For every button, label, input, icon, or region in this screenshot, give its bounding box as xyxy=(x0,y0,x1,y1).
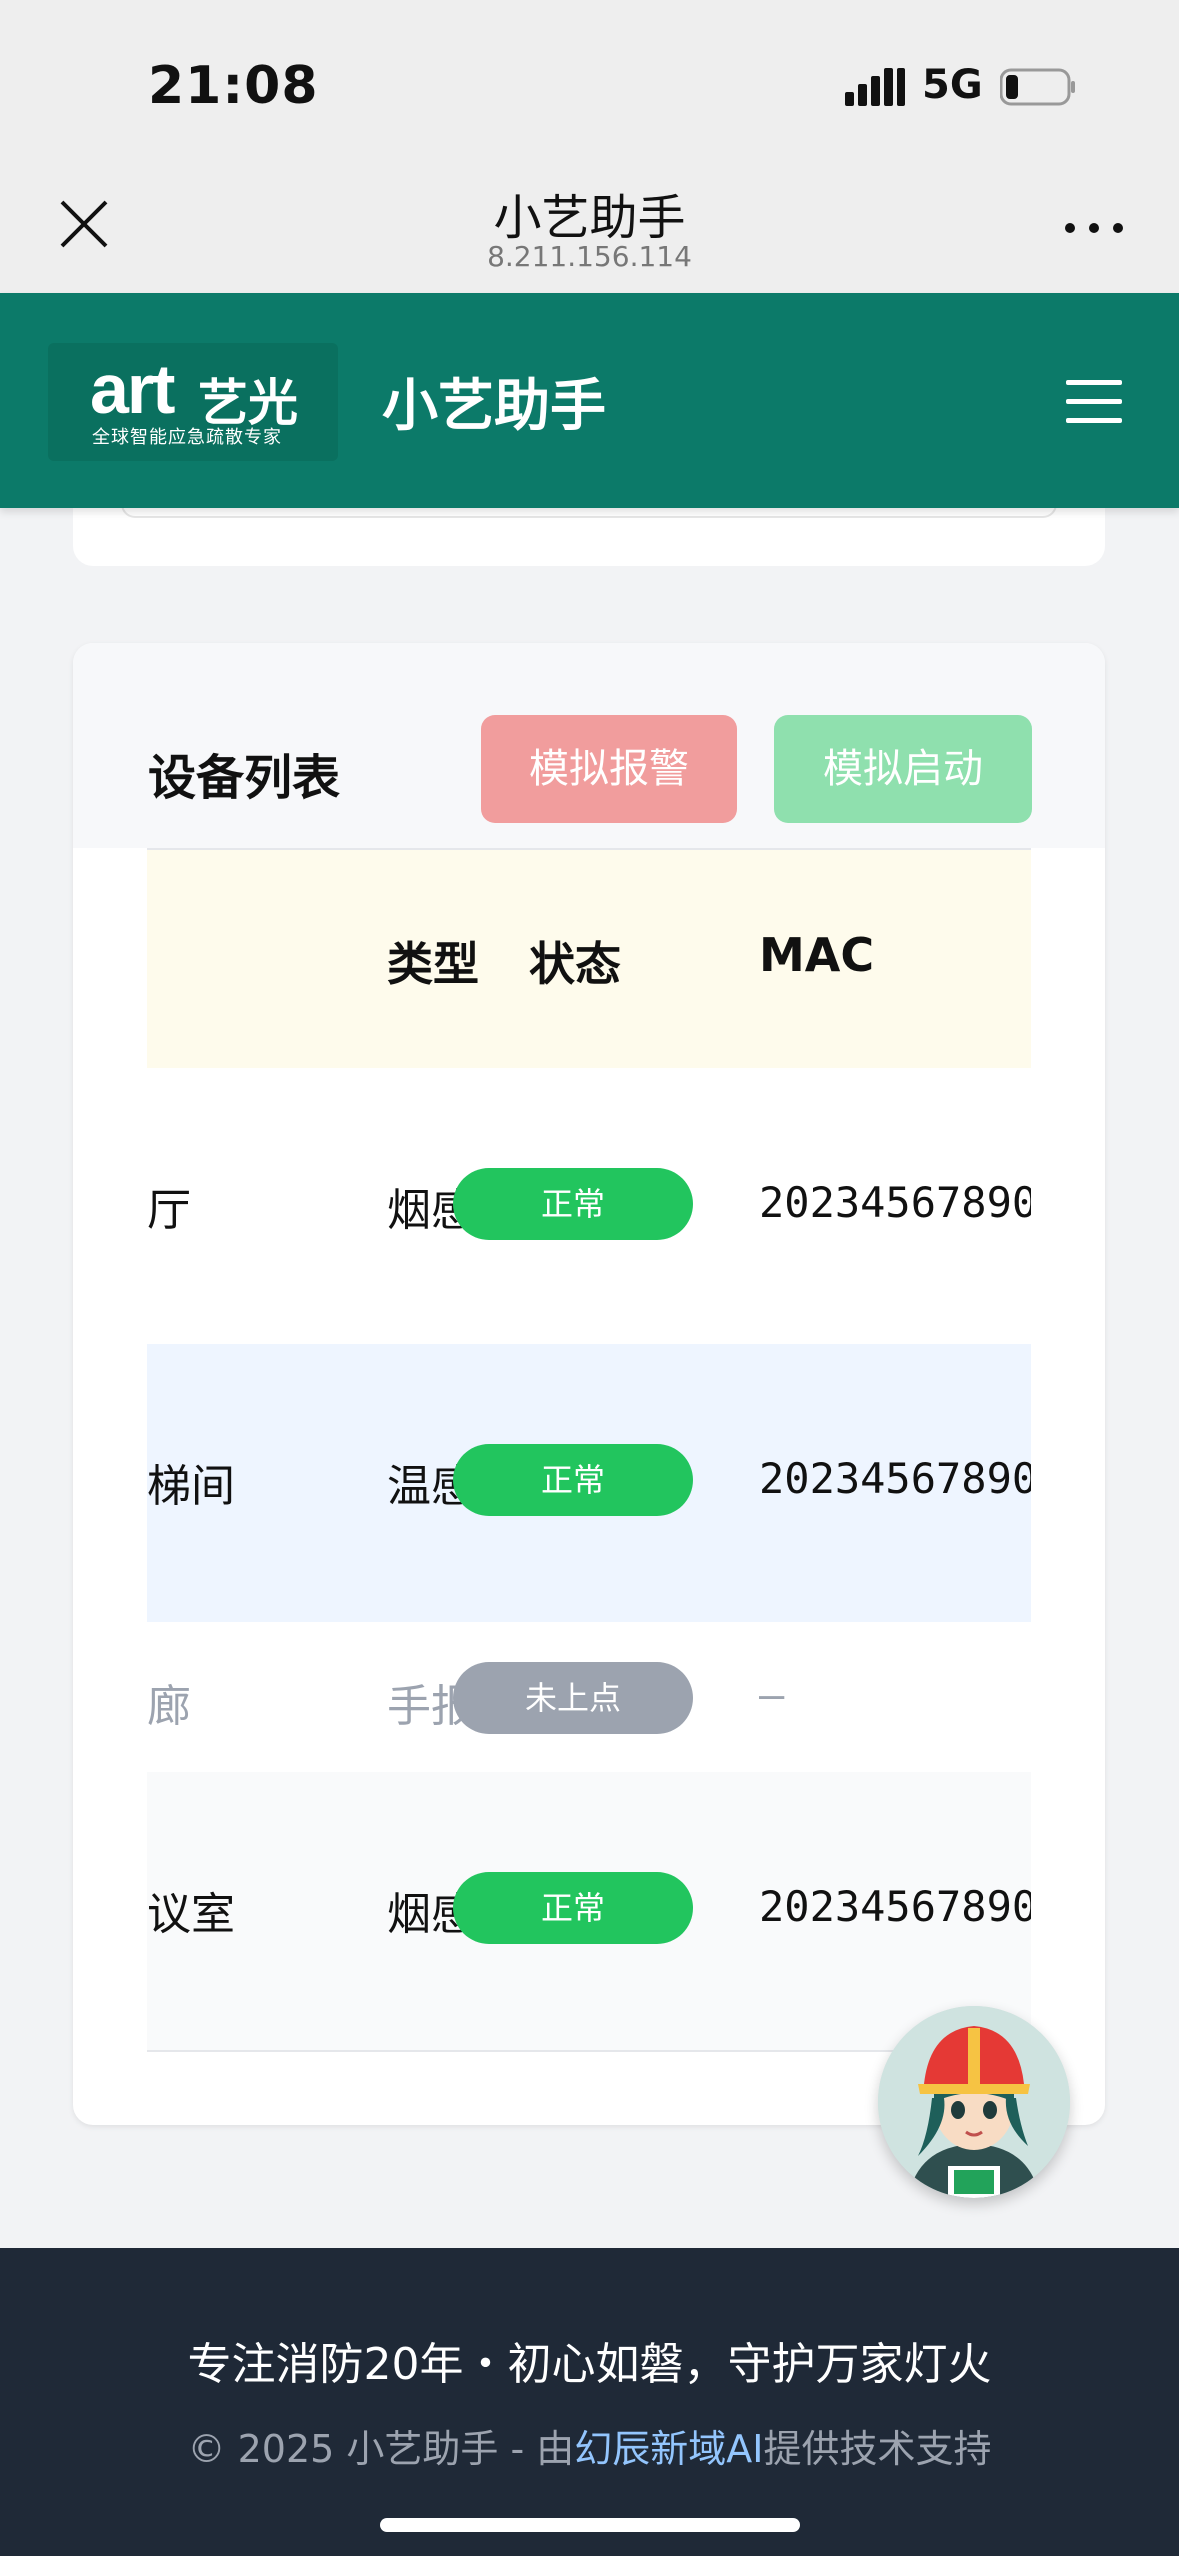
row-location: 议室 xyxy=(147,1889,235,1940)
more-icon[interactable] xyxy=(1064,222,1124,234)
browser-url: 8.211.156.114 xyxy=(487,240,692,273)
row-location: 梯间 xyxy=(147,1461,235,1512)
simulate-start-button[interactable]: 模拟启动 xyxy=(774,715,1032,823)
menu-icon[interactable] xyxy=(1066,380,1122,424)
row-mac: – xyxy=(759,1670,785,1719)
table-row[interactable]: 厅 烟感 正常 20234567890 xyxy=(147,1068,1031,1346)
status-badge: 正常 xyxy=(453,1444,693,1516)
footer-copyright: © 2025 小艺助手 - 由幻辰新域AI提供技术支持 xyxy=(0,2418,1179,2473)
table-row[interactable]: 议室 烟感 正常 20234567890 xyxy=(147,1772,1031,2052)
app-header: art 艺光 全球智能应急疏散专家 小艺助手 xyxy=(0,293,1179,508)
assistant-mascot-button[interactable] xyxy=(878,2006,1070,2198)
app-title: 小艺助手 xyxy=(382,374,606,439)
table-header: 类型 状态 MAC xyxy=(147,848,1031,1068)
status-badge: 正常 xyxy=(453,1168,693,1240)
column-type: 类型 xyxy=(387,937,479,991)
column-mac: MAC xyxy=(759,928,875,982)
copyright-suffix: 提供技术支持 xyxy=(763,2427,992,2471)
status-badge: 未上点 xyxy=(453,1662,693,1734)
card-header: 设备列表 模拟报警 模拟启动 xyxy=(73,643,1105,848)
logo-tagline: 全球智能应急疏散专家 xyxy=(92,427,282,448)
status-time: 21:08 xyxy=(148,56,319,116)
row-mac: 20234567890 xyxy=(759,1454,1031,1503)
logo-text: art xyxy=(90,350,175,428)
page-footer: 专注消防20年・初心如磐，守护万家灯火 © 2025 小艺助手 - 由幻辰新域A… xyxy=(0,2248,1179,2556)
row-location: 厅 xyxy=(147,1185,191,1236)
simulate-alarm-button[interactable]: 模拟报警 xyxy=(481,715,737,823)
table-row[interactable]: 梯间 温感 正常 20234567890 xyxy=(147,1344,1031,1624)
device-table[interactable]: 类型 状态 MAC 厅 烟感 正常 20234567890 梯间 温感 正常 2… xyxy=(147,848,1031,2078)
status-badge: 正常 xyxy=(453,1872,693,1944)
network-label: 5G xyxy=(922,62,983,108)
table-row[interactable]: 廊 手报 未上点 – xyxy=(147,1622,1031,1774)
mascot-icon xyxy=(878,2006,1070,2198)
row-location: 廊 xyxy=(147,1681,191,1732)
card-title: 设备列表 xyxy=(148,750,341,806)
provider-link[interactable]: 幻辰新域AI xyxy=(574,2427,763,2471)
device-list-card: 设备列表 模拟报警 模拟启动 类型 状态 MAC 厅 烟感 正常 2023456… xyxy=(73,643,1105,2125)
browser-title: 小艺助手 xyxy=(493,190,686,246)
row-mac: 20234567890 xyxy=(759,1178,1031,1227)
signal-icon xyxy=(845,68,905,106)
browser-top-bar: 21:08 5G 小艺助手 8.211.156.114 xyxy=(0,0,1179,293)
copyright-prefix: © 2025 小艺助手 - 由 xyxy=(187,2427,575,2471)
brand-logo[interactable]: art 艺光 全球智能应急疏散专家 xyxy=(48,343,338,461)
footer-slogan: 专注消防20年・初心如磐，守护万家灯火 xyxy=(187,2339,992,2390)
column-status: 状态 xyxy=(529,937,621,991)
row-mac: 20234567890 xyxy=(759,1882,1031,1931)
battery-icon xyxy=(1000,68,1075,106)
home-indicator[interactable] xyxy=(380,2518,800,2532)
